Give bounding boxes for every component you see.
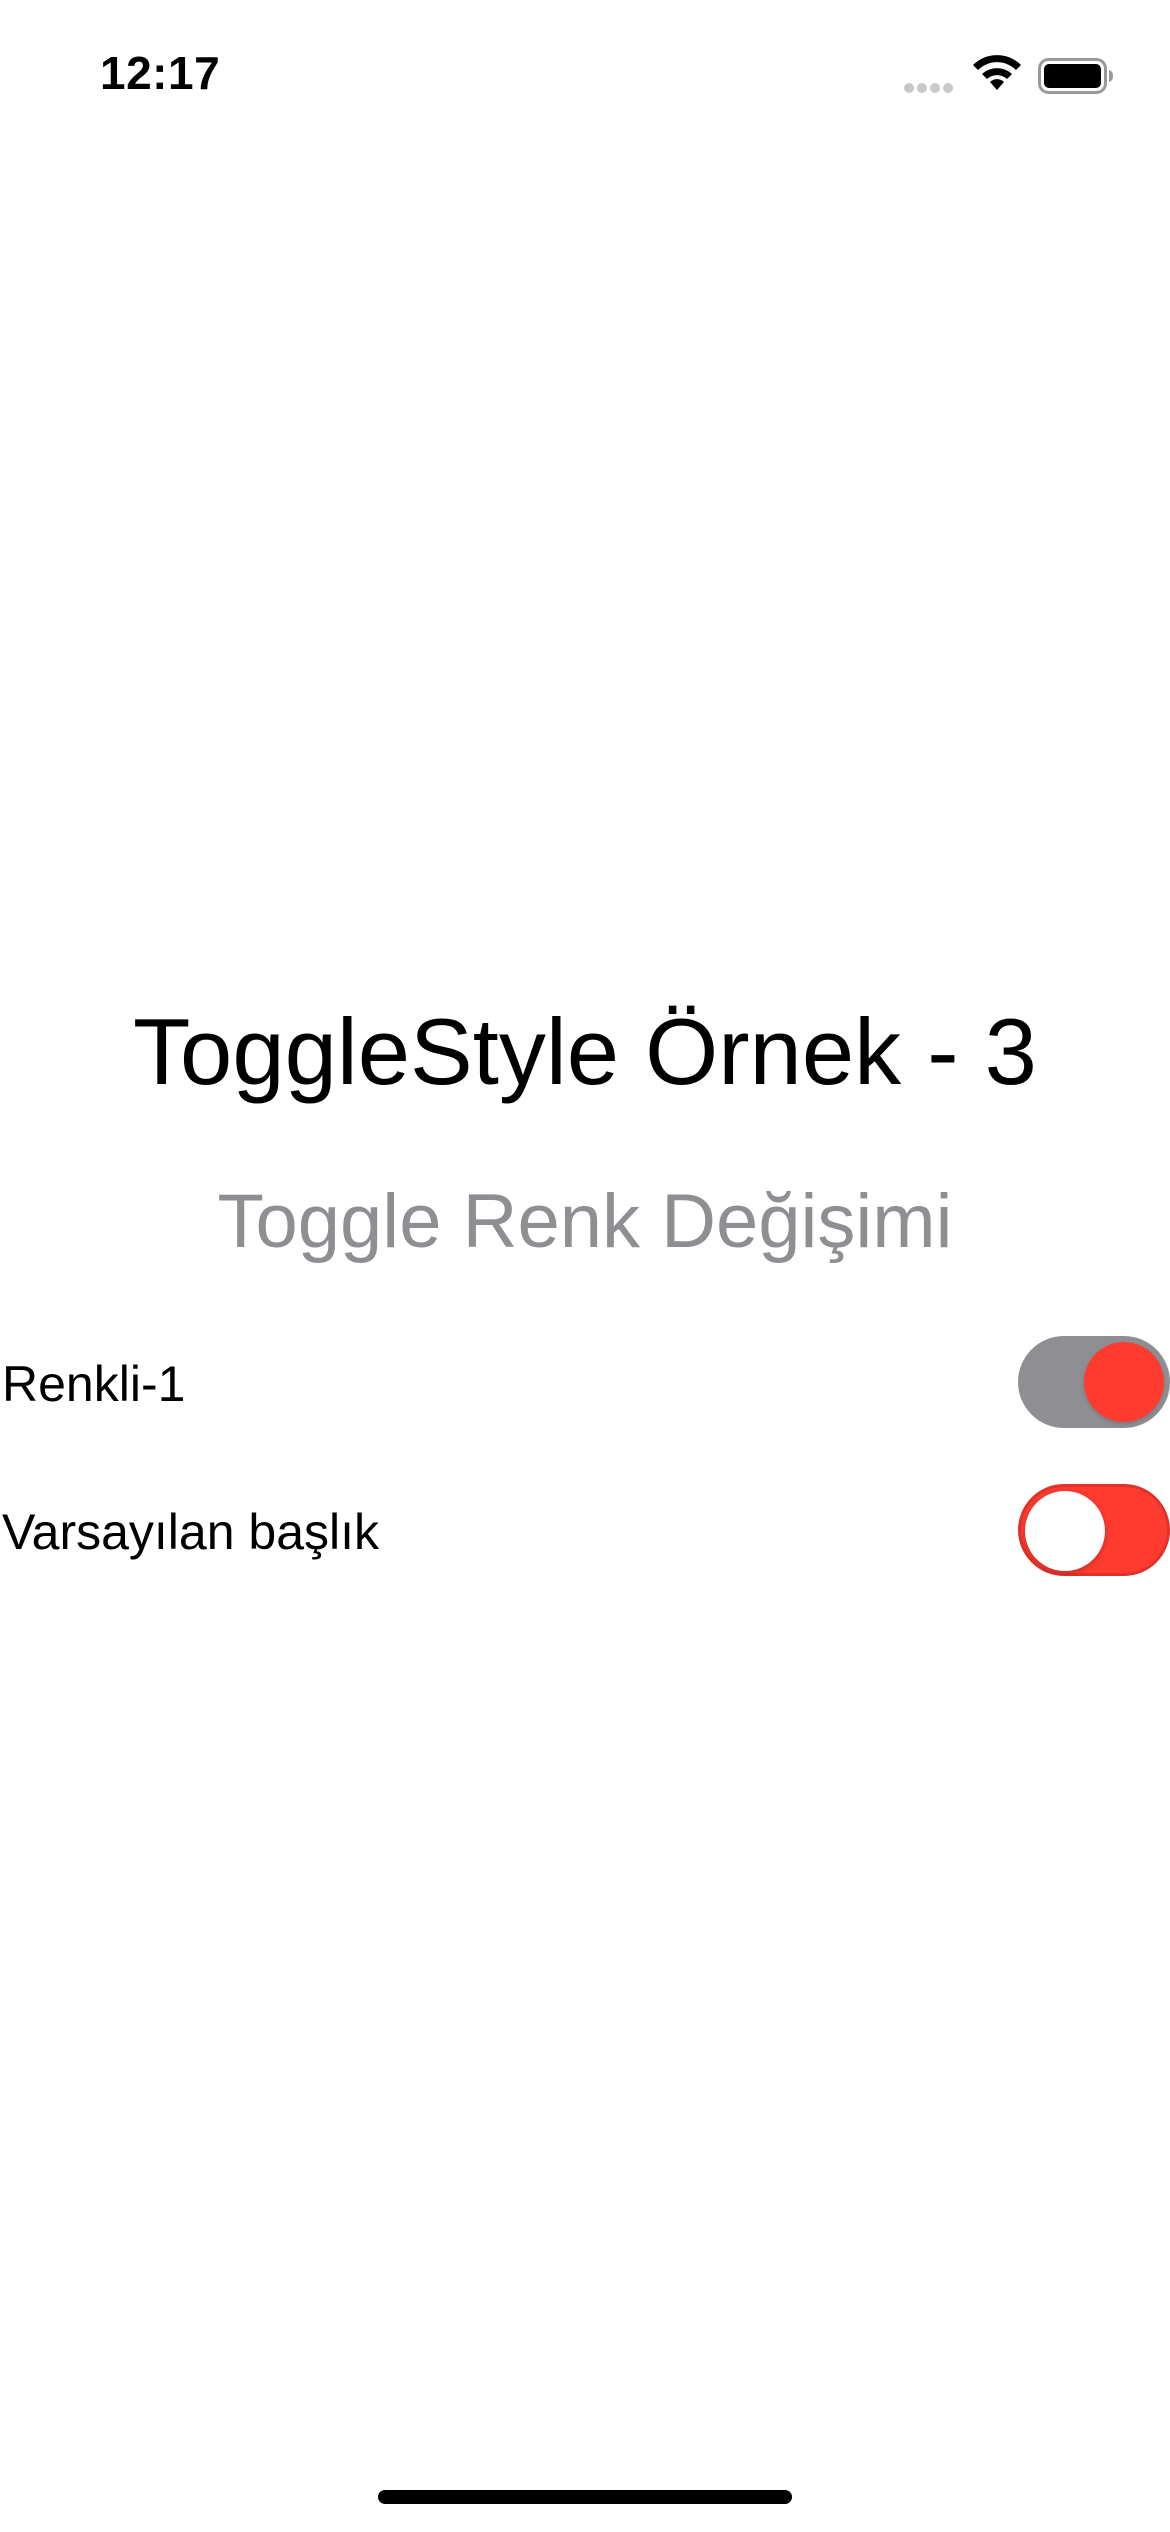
page-subtitle: Toggle Renk Değişimi bbox=[217, 1179, 953, 1264]
renkli-toggle-switch[interactable] bbox=[1018, 1336, 1170, 1428]
status-time: 12:17 bbox=[100, 47, 221, 99]
home-indicator[interactable] bbox=[378, 2490, 792, 2504]
app-screen: 12:17 ToggleStyle Örnek - 3 Toggle Renk … bbox=[0, 0, 1170, 2532]
wifi-icon bbox=[973, 55, 1021, 90]
toggle-label: Renkli-1 bbox=[2, 1356, 186, 1412]
toggle-knob bbox=[1084, 1342, 1164, 1422]
toggle-label: Varsayılan başlık bbox=[2, 1504, 380, 1560]
battery-icon bbox=[1038, 58, 1113, 94]
toggle-row-renkli: Renkli-1 bbox=[0, 1336, 1170, 1432]
toggle-row-varsayilan: Varsayılan başlık bbox=[0, 1484, 1170, 1580]
varsayilan-toggle-switch[interactable] bbox=[1018, 1484, 1170, 1576]
toggle-knob bbox=[1025, 1491, 1105, 1571]
page-title: ToggleStyle Örnek - 3 bbox=[133, 999, 1037, 1104]
signal-icon bbox=[904, 80, 960, 93]
status-bar: 12:17 bbox=[0, 0, 1170, 150]
